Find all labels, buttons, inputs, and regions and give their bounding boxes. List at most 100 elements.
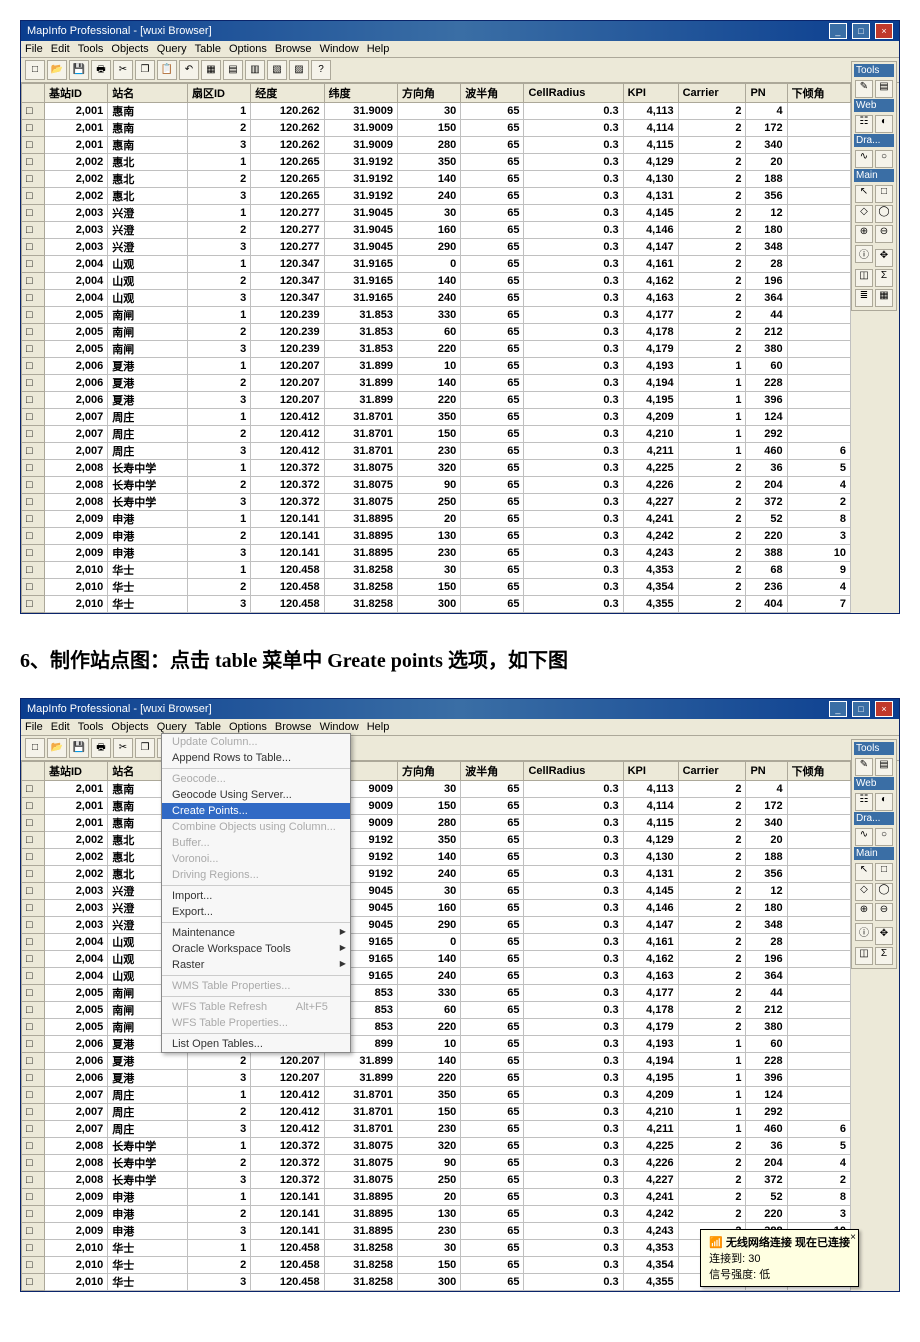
table-row[interactable]: □2,006夏港189910650.34,193160 [22, 1036, 851, 1053]
table-row[interactable]: □2,004山观1120.34731.91650650.34,161228 [22, 256, 851, 273]
table-row[interactable]: □2,003兴澄3120.27731.9045290650.34,1472348 [22, 239, 851, 256]
table-row[interactable]: □2,001惠南900930650.34,11324 [22, 781, 851, 798]
web-label[interactable]: Web [854, 777, 894, 790]
table-row[interactable]: □2,002惠北9192350650.34,129220 [22, 832, 851, 849]
menu-item[interactable]: Geocode Using Server... [162, 787, 350, 803]
table-row[interactable]: □2,002惠北2120.26531.9192140650.34,1302188 [22, 171, 851, 188]
column-header[interactable]: 经度 [251, 84, 324, 103]
menu-item[interactable]: Create Points... [162, 803, 350, 819]
menu-help[interactable]: Help [367, 721, 390, 733]
table-row[interactable]: □2,004山观2120.34731.9165140650.34,1622196 [22, 273, 851, 290]
tool-icon[interactable]: ○ [875, 828, 893, 846]
tool-icon[interactable]: ⊖ [875, 225, 893, 243]
paste-icon[interactable]: 📋 [157, 60, 177, 80]
tool-icon[interactable]: ✥ [875, 927, 893, 945]
tool-icon[interactable]: ∿ [855, 150, 873, 168]
table-row[interactable]: □2,006夏港2120.20731.899140650.34,1941228 [22, 1053, 851, 1070]
table-row[interactable]: □2,009申港2120.14131.8895130650.34,2422220… [22, 528, 851, 545]
table-row[interactable]: □2,002惠北3120.26531.9192240650.34,1312356 [22, 188, 851, 205]
column-header[interactable]: Carrier [678, 762, 746, 781]
menu-window[interactable]: Window [320, 721, 359, 733]
menu-table[interactable]: Table [195, 43, 221, 55]
table-row[interactable]: □2,009申港1120.14131.889520650.34,2412528 [22, 511, 851, 528]
cut-icon[interactable]: ✂ [113, 60, 133, 80]
minimize-button[interactable]: _ [829, 23, 847, 39]
table-row[interactable]: □2,004山观9165140650.34,1622196 [22, 951, 851, 968]
new-icon[interactable]: □ [25, 60, 45, 80]
table-row[interactable]: □2,001惠南3120.26231.9009280650.34,1152340 [22, 137, 851, 154]
print-icon[interactable]: 🖶 [91, 738, 111, 758]
table-row[interactable]: □2,010华士2120.45831.8258150650.34,3542236… [22, 579, 851, 596]
select-icon[interactable]: ↖ [855, 863, 873, 881]
draw-label[interactable]: Dra... [854, 812, 894, 825]
menu-item[interactable]: Append Rows to Table... [162, 750, 350, 766]
new-graph-icon[interactable]: ▥ [245, 60, 265, 80]
tool-icon[interactable]: ◐ [875, 115, 893, 133]
column-header[interactable]: KPI [623, 84, 678, 103]
column-header[interactable]: CellRadius [524, 84, 623, 103]
tool-icon[interactable]: ◇ [855, 205, 873, 223]
column-header[interactable]: 波半角 [461, 762, 524, 781]
table-row[interactable]: □2,006夏港3120.20731.899220650.34,1951396 [22, 1070, 851, 1087]
copy-icon[interactable]: ❐ [135, 738, 155, 758]
table-row[interactable]: □2,006夏港3120.20731.899220650.34,1951396 [22, 392, 851, 409]
menu-options[interactable]: Options [229, 43, 267, 55]
select-icon[interactable]: ↖ [855, 185, 873, 203]
table-row[interactable]: □2,008长寿中学1120.37231.8075320650.34,22523… [22, 460, 851, 477]
table-row[interactable]: □2,004山观9165240650.34,1632364 [22, 968, 851, 985]
menu-query[interactable]: Query [157, 721, 187, 733]
menu-item[interactable]: Oracle Workspace Tools [162, 941, 350, 957]
tool-icon[interactable]: ☷ [855, 793, 873, 811]
table-row[interactable]: □2,009申港3120.14131.8895230650.34,2432388… [22, 545, 851, 562]
tool-icon[interactable]: ◫ [855, 947, 873, 965]
table-row[interactable]: □2,008长寿中学1120.37231.8075320650.34,22523… [22, 1138, 851, 1155]
tool-icon[interactable]: ▤ [875, 80, 893, 98]
menu-file[interactable]: File [25, 721, 43, 733]
table-row[interactable]: □2,003兴澄904530650.34,145212 [22, 883, 851, 900]
table-row[interactable]: □2,002惠北9192140650.34,1302188 [22, 849, 851, 866]
table-row[interactable]: □2,005南闸2120.23931.85360650.34,1782212 [22, 324, 851, 341]
menu-objects[interactable]: Objects [111, 43, 148, 55]
copy-icon[interactable]: ❐ [135, 60, 155, 80]
menu-help[interactable]: Help [367, 43, 390, 55]
table-row[interactable]: □2,007周庄1120.41231.8701350650.34,2091124 [22, 409, 851, 426]
menu-item[interactable]: Maintenance [162, 925, 350, 941]
table-row[interactable]: □2,001惠南9009280650.34,1152340 [22, 815, 851, 832]
menu-tools[interactable]: Tools [78, 43, 104, 55]
menu-browse[interactable]: Browse [275, 43, 312, 55]
close-button[interactable]: × [875, 23, 893, 39]
table-row[interactable]: □2,005南闸3120.23931.853220650.34,1792380 [22, 341, 851, 358]
wifi-balloon[interactable]: × 📶 无线网络连接 现在已连接 连接到: 30 信号强度: 低 [700, 1229, 859, 1287]
table-row[interactable]: □2,008长寿中学2120.37231.807590650.34,226220… [22, 1155, 851, 1172]
tool-icon[interactable]: ⊕ [855, 903, 873, 921]
table-row[interactable]: □2,007周庄2120.41231.8701150650.34,2101292 [22, 426, 851, 443]
tool-icon[interactable]: ▤ [875, 758, 893, 776]
menu-edit[interactable]: Edit [51, 721, 70, 733]
table-row[interactable]: □2,007周庄3120.41231.8701230650.34,2111460… [22, 1121, 851, 1138]
column-header[interactable]: Carrier [678, 84, 746, 103]
main-label[interactable]: Main [854, 169, 894, 182]
draw-label[interactable]: Dra... [854, 134, 894, 147]
maximize-button[interactable]: □ [852, 23, 870, 39]
table-row[interactable]: □2,003兴澄9045290650.34,1472348 [22, 917, 851, 934]
print-icon[interactable]: 🖶 [91, 60, 111, 80]
table-row[interactable]: □2,005南闸853220650.34,1792380 [22, 1019, 851, 1036]
balloon-close-icon[interactable]: × [850, 1232, 856, 1243]
minimize-button[interactable]: _ [829, 701, 847, 717]
menu-file[interactable]: File [25, 43, 43, 55]
table-row[interactable]: □2,010华士3120.45831.8258300650.34,3552404… [22, 596, 851, 613]
column-header[interactable]: 方向角 [398, 84, 461, 103]
table-row[interactable]: □2,002惠北9192240650.34,1312356 [22, 866, 851, 883]
tool-icon[interactable]: □ [875, 185, 893, 203]
save-icon[interactable]: 💾 [69, 60, 89, 80]
column-header[interactable]: 纬度 [324, 84, 397, 103]
table-row[interactable]: □2,010华士1120.45831.825830650.34,3532689 [22, 562, 851, 579]
tool-icon[interactable]: ⊖ [875, 903, 893, 921]
menu-item[interactable]: Import... [162, 888, 350, 904]
tool-icon[interactable]: ▦ [875, 289, 893, 307]
column-header[interactable]: PN [746, 762, 787, 781]
table-row[interactable]: □2,001惠南2120.26231.9009150650.34,1142172 [22, 120, 851, 137]
table-menu-dropdown[interactable]: Update Column...Append Rows to Table...G… [161, 733, 351, 1053]
table-row[interactable]: □2,005南闸1120.23931.853330650.34,177244 [22, 307, 851, 324]
menu-query[interactable]: Query [157, 43, 187, 55]
